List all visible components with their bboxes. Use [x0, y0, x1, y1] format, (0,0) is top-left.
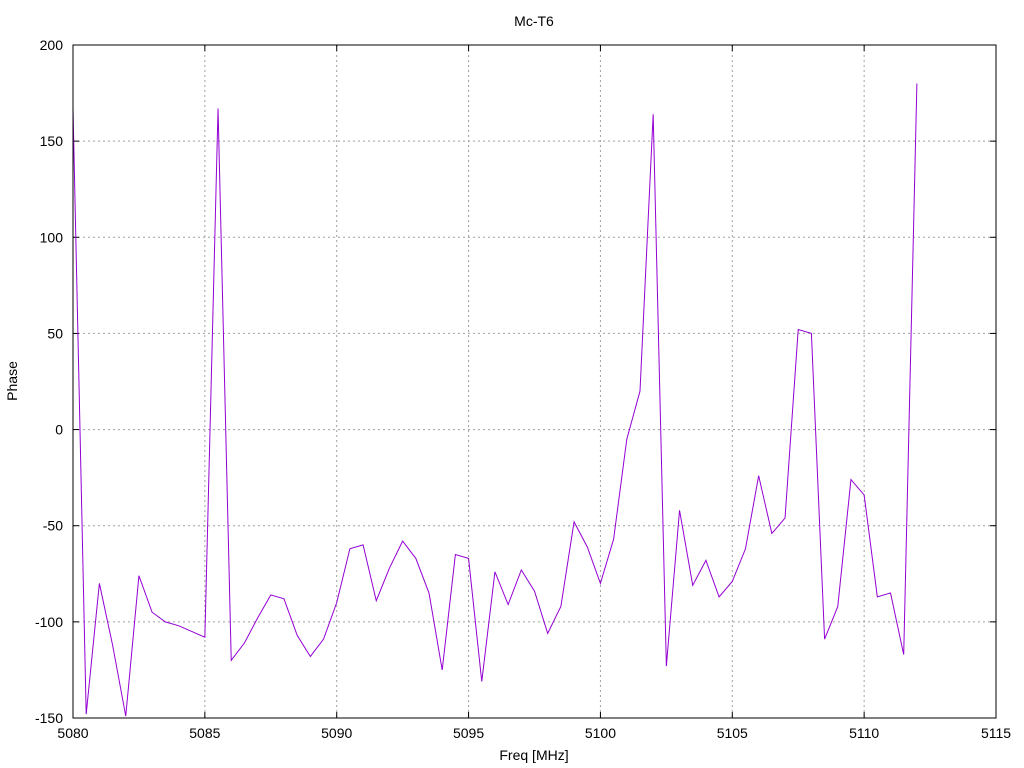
- y-tick-label: 200: [40, 37, 64, 53]
- x-tick-label: 5105: [717, 725, 748, 741]
- x-tick-label: 5100: [585, 725, 616, 741]
- x-tick-label: 5095: [453, 725, 484, 741]
- series-layer: [72, 83, 918, 717]
- y-tick-label: 50: [47, 325, 63, 341]
- x-tick-label: 5080: [57, 725, 88, 741]
- tick-labels: 5080 5085 5090 5095 5100 5105 5110 5115 -150 -100…: [35, 37, 1011, 741]
- y-tick-label: 0: [55, 422, 63, 438]
- y-tick-label: -100: [35, 614, 63, 630]
- y-tick-label: -150: [35, 710, 63, 726]
- x-tick-label: 5115: [981, 725, 1011, 741]
- x-tick-label: 5110: [849, 725, 879, 741]
- phase-series-line: [72, 83, 918, 717]
- y-tick-label: 150: [40, 133, 64, 149]
- x-axis-label: Freq [MHz]: [499, 747, 568, 763]
- y-tick-label: -50: [43, 518, 63, 534]
- chart-title: Mc-T6: [514, 13, 554, 29]
- x-tick-label: 5085: [189, 725, 220, 741]
- y-axis-label: Phase: [4, 361, 20, 401]
- x-tick-label: 5090: [321, 725, 352, 741]
- y-tick-label: 100: [40, 229, 64, 245]
- phase-chart: 5080 5085 5090 5095 5100 5105 5110 5115 -150 -100…: [4, 13, 1011, 763]
